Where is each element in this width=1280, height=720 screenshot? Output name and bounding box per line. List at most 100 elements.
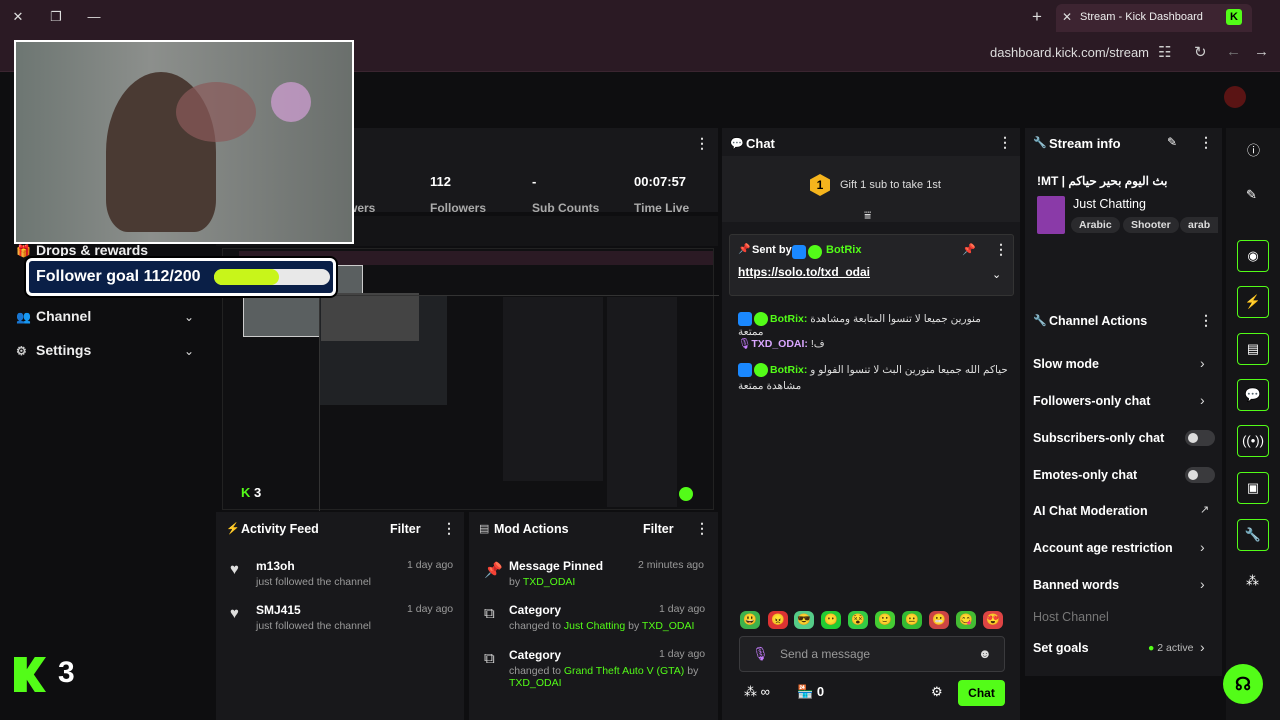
action-host-channel[interactable]: Host Channel — [1033, 610, 1109, 624]
pin-icon: 📌 — [484, 562, 503, 579]
emoji-icon[interactable]: ☻ — [978, 646, 992, 661]
gift-banner[interactable]: 1 Gift 1 sub to take 1st ⩸ — [722, 156, 1020, 222]
emote-icon[interactable]: 😠 — [768, 611, 788, 629]
activity-username: m13oh — [256, 559, 295, 573]
video-icon[interactable]: ▣ — [1237, 472, 1269, 504]
emote-icon[interactable]: 😎 — [794, 611, 814, 629]
chat-message: BotRix: حياكم الله جميعا منورين البث لا … — [738, 363, 1008, 392]
action-ai-chat-moderation[interactable]: AI Chat Moderation — [1033, 504, 1148, 518]
mod-action-detail: changed to Grand Theft Auto V (GTA) by T… — [509, 665, 699, 689]
action-set-goals[interactable]: Set goals — [1033, 641, 1089, 655]
more-options-icon[interactable]: ⋮ — [998, 134, 1012, 151]
external-link-icon[interactable]: ↗ — [1200, 503, 1209, 516]
sidebar-item-drops-rewards[interactable]: 🎁 Drops & rewards — [16, 242, 148, 258]
more-options-icon[interactable]: ⋮ — [695, 520, 709, 537]
chevron-down-icon[interactable]: ⌄ — [184, 344, 194, 358]
tab-title: Stream - Kick Dashboard — [1080, 11, 1203, 23]
mod-filter-button[interactable]: Filter — [643, 522, 674, 536]
category-icon: ⧉ — [484, 605, 495, 622]
mic-icon[interactable]: 🎙 — [752, 646, 769, 662]
chevron-right-icon[interactable]: › — [1200, 639, 1205, 655]
subscribers-only-toggle[interactable] — [1185, 430, 1215, 446]
lightning-icon[interactable]: ⚡ — [1237, 286, 1269, 318]
emote-icon[interactable]: 😶 — [821, 611, 841, 629]
help-headset-icon[interactable]: ☊ — [1223, 664, 1263, 704]
more-options-icon[interactable]: ⋮ — [442, 520, 456, 537]
stat-value: 00:07:57 — [634, 174, 687, 189]
restore-window-icon[interactable]: ❐ — [46, 8, 66, 26]
chat-send-button[interactable]: Chat — [958, 680, 1005, 706]
stream-tag[interactable]: Arabic — [1071, 217, 1120, 233]
store-indicator: 🏪 0 — [797, 684, 825, 699]
chevron-down-icon[interactable]: ⌄ — [992, 268, 1001, 281]
chevron-right-icon[interactable]: › — [1200, 539, 1205, 555]
back-icon[interactable]: → — [1254, 43, 1269, 60]
mod-action-time: 2 minutes ago — [638, 559, 704, 571]
category-icon: ⧉ — [484, 650, 495, 667]
stat-label: Followers — [430, 201, 487, 215]
minimize-window-icon[interactable]: — — [84, 8, 104, 26]
camera-icon[interactable]: ◉ — [1237, 240, 1269, 272]
emote-icon[interactable]: 😐 — [902, 611, 922, 629]
info-icon[interactable]: ⓘ — [1247, 140, 1260, 159]
activity-description: just followed the channel — [256, 576, 371, 588]
emotes-only-toggle[interactable] — [1185, 467, 1215, 483]
mod-action-time: 1 day ago — [659, 603, 706, 615]
stream-tag[interactable]: arab — [1180, 217, 1218, 233]
action-account-age-restriction[interactable]: Account age restriction — [1033, 541, 1173, 555]
action-banned-words[interactable]: Banned words — [1033, 578, 1119, 592]
action-slow-mode[interactable]: Slow mode — [1033, 357, 1099, 371]
wrench-icon[interactable]: 🔧 — [1237, 519, 1269, 551]
emote-icon[interactable]: 😋 — [956, 611, 976, 629]
emote-icon[interactable]: 😬 — [929, 611, 949, 629]
preview-chat — [503, 297, 603, 481]
chat-settings-icon[interactable]: ⚙ — [931, 684, 943, 700]
emote-icon[interactable]: 😍 — [983, 611, 1003, 629]
mod-action-detail: changed to Just Chatting by TXD_ODAI — [509, 620, 695, 632]
notes-icon[interactable]: ▤ — [1237, 333, 1269, 365]
broadcast-icon[interactable]: ((•)) — [1237, 425, 1269, 457]
chat-icon[interactable]: 💬 — [1237, 379, 1269, 411]
pinned-link[interactable]: https://solo.to/txd_odai — [738, 265, 870, 279]
stat-value: 112 — [430, 174, 451, 189]
gift-icon: 🎁 — [16, 244, 31, 258]
new-tab-icon[interactable]: + — [1027, 8, 1047, 26]
edit-icon[interactable]: ✎ — [1167, 135, 1177, 149]
streamer-headscarf — [176, 82, 256, 142]
chat-input[interactable]: 🎙 Send a message ☻ — [739, 636, 1005, 672]
action-followers-only-chat[interactable]: Followers-only chat — [1033, 394, 1150, 408]
stream-info-title: Stream info — [1049, 136, 1121, 151]
close-tab-icon[interactable]: ✕ — [1062, 10, 1072, 24]
stream-tag[interactable]: Shooter — [1123, 217, 1179, 233]
browser-tab[interactable]: ✕ Stream - Kick Dashboard K — [1056, 4, 1252, 32]
channel-actions-title: Channel Actions — [1049, 314, 1148, 328]
forward-icon[interactable]: ← — [1226, 43, 1241, 60]
emote-icon[interactable]: 😵 — [848, 611, 868, 629]
site-settings-icon[interactable]: ☷ — [1158, 43, 1171, 61]
unpin-icon[interactable]: 📌 — [962, 243, 976, 256]
more-options-icon[interactable]: ⋮ — [1199, 134, 1213, 151]
sidebar-item-channel[interactable]: 👥 Channel — [16, 308, 91, 324]
url-field[interactable]: dashboard.kick.com/stream — [990, 45, 1149, 60]
emote-icon[interactable]: 😃 — [740, 611, 760, 629]
emote-icon[interactable]: 🙂 — [875, 611, 895, 629]
mod-actions-title: Mod Actions — [494, 522, 569, 536]
viewer-count: 3 — [58, 656, 75, 689]
chevron-right-icon[interactable]: › — [1200, 355, 1205, 371]
activity-filter-button[interactable]: Filter — [390, 522, 421, 536]
chevron-down-icon[interactable]: ⌄ — [184, 310, 194, 324]
more-options-icon[interactable]: ⋮ — [695, 135, 709, 152]
edit-icon[interactable]: ✎ — [1246, 187, 1257, 203]
avatar[interactable] — [1224, 86, 1246, 108]
chevron-right-icon[interactable]: › — [1200, 576, 1205, 592]
users-icon[interactable]: ⁂ — [1246, 573, 1259, 589]
mod-action-time: 1 day ago — [659, 648, 706, 660]
chevron-right-icon[interactable]: › — [1200, 392, 1205, 408]
collapse-icon[interactable]: ⩸ — [864, 208, 871, 223]
more-options-icon[interactable]: ⋮ — [1199, 312, 1213, 329]
mod-action-detail: by TXD_ODAI — [509, 576, 576, 588]
reload-icon[interactable]: ↻ — [1194, 43, 1207, 61]
close-window-icon[interactable]: ✕ — [8, 8, 28, 26]
more-options-icon[interactable]: ⋮ — [994, 241, 1008, 258]
sidebar-item-settings[interactable]: ⚙ Settings — [16, 342, 91, 358]
